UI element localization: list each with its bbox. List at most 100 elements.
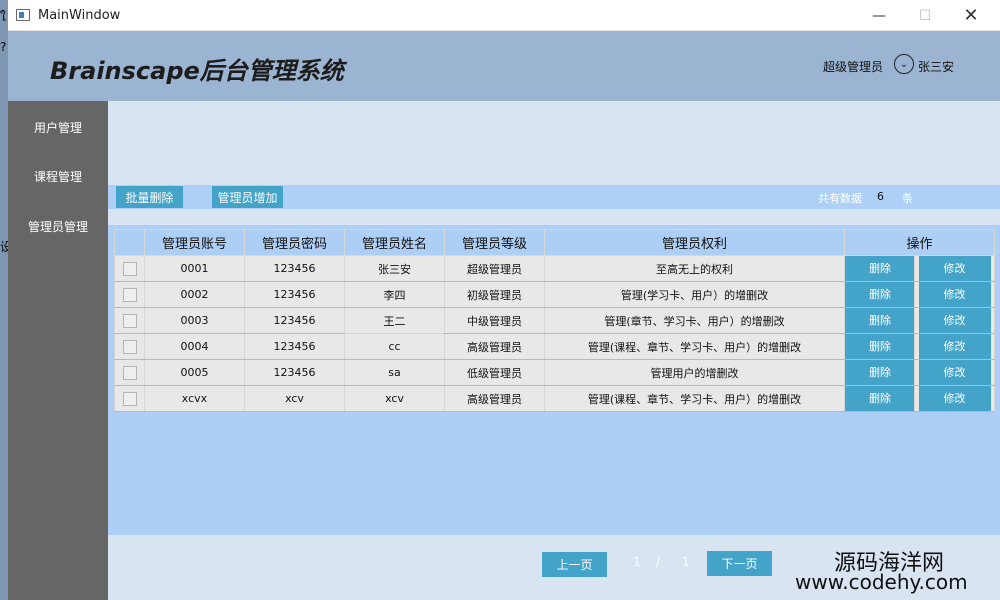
- next-page-button[interactable]: 下一页: [707, 551, 772, 576]
- row-checkbox-cell[interactable]: [114, 333, 145, 360]
- cell-rights: 管理(课程、章节、学习卡、用户）的增删改: [544, 333, 845, 360]
- cell-rights: 管理(章节、学习卡、用户）的增删改: [544, 307, 845, 334]
- table-row: 0003 123456 王二 中级管理员 管理(章节、学习卡、用户）的增删改 删…: [114, 307, 996, 334]
- cell-name: xcv: [344, 385, 445, 412]
- column-header-name: 管理员姓名: [344, 229, 445, 256]
- row-checkbox-cell[interactable]: [114, 359, 145, 386]
- edit-button[interactable]: 修改: [918, 308, 991, 333]
- cell-level: 中级管理员: [444, 307, 545, 334]
- sidebar-item-users[interactable]: 用户管理: [8, 119, 108, 136]
- cell-name: sa: [344, 359, 445, 386]
- main-window: MainWindow — ☐ ✕ Brainscape后台管理系统 超级管理员 …: [8, 0, 1000, 600]
- sidebar-item-admins[interactable]: 管理员管理: [8, 218, 108, 235]
- sidebar: 用户管理 课程管理 管理员管理: [8, 101, 108, 600]
- user-name[interactable]: 张三安: [918, 58, 954, 75]
- table-header-row: 管理员账号 管理员密码 管理员姓名 管理员等级 管理员权利 操作: [114, 229, 996, 256]
- cell-password: 123456: [244, 307, 345, 334]
- sidebar-item-courses[interactable]: 课程管理: [8, 168, 108, 185]
- current-page: 1: [633, 555, 641, 569]
- cell-delete: 删除: [844, 281, 915, 308]
- edit-button[interactable]: 修改: [918, 334, 991, 359]
- delete-button[interactable]: 删除: [845, 256, 914, 281]
- delete-button[interactable]: 删除: [845, 308, 914, 333]
- cell-edit: 修改: [913, 385, 996, 412]
- cell-name: 李四: [344, 281, 445, 308]
- admin-table: 管理员账号 管理员密码 管理员姓名 管理员等级 管理员权利 操作 0001 12…: [114, 229, 996, 412]
- column-header-select: [114, 229, 145, 256]
- cell-rights: 管理(课程、章节、学习卡、用户）的增删改: [544, 385, 845, 412]
- window-title: MainWindow: [38, 8, 121, 23]
- main-content: 批量删除 管理员增加 共有数据 6 条 管理员账号 管理员密码 管理员姓名 管理…: [108, 101, 1000, 600]
- title-bar: MainWindow — ☐ ✕: [8, 0, 1000, 31]
- app-header: Brainscape后台管理系统 超级管理员 ⌄ 张三安: [8, 31, 1000, 101]
- minimize-button[interactable]: —: [856, 0, 902, 31]
- user-role: 超级管理员: [823, 60, 884, 74]
- toolbar: 批量删除 管理员增加 共有数据 6 条: [108, 185, 1000, 209]
- chevron-down-icon[interactable]: ⌄: [894, 54, 914, 74]
- row-checkbox[interactable]: [122, 287, 137, 302]
- delete-button[interactable]: 删除: [845, 360, 914, 385]
- app-brand-title: Brainscape后台管理系统: [50, 57, 344, 85]
- column-header-password: 管理员密码: [244, 229, 345, 256]
- column-header-level: 管理员等级: [444, 229, 545, 256]
- cell-rights: 至高无上的权利: [544, 255, 845, 282]
- prev-page-button[interactable]: 上一页: [542, 552, 607, 577]
- page-separator: /: [656, 555, 661, 569]
- column-header-rights: 管理员权利: [544, 229, 845, 256]
- background-window-strip: ใ ? 设: [0, 0, 12, 600]
- cell-delete: 删除: [844, 255, 915, 282]
- edit-button[interactable]: 修改: [918, 386, 991, 411]
- cell-password: 123456: [244, 255, 345, 282]
- delete-button[interactable]: 删除: [845, 282, 914, 307]
- table-row: 0005 123456 sa 低级管理员 管理用户的增删改 删除 修改: [114, 359, 996, 386]
- row-checkbox[interactable]: [122, 313, 137, 328]
- admin-grid-area: 管理员账号 管理员密码 管理员姓名 管理员等级 管理员权利 操作 0001 12…: [108, 225, 1000, 535]
- cell-delete: 删除: [844, 307, 915, 334]
- table-row: 0001 123456 张三安 超级管理员 至高无上的权利 删除 修改: [114, 255, 996, 282]
- cell-edit: 修改: [913, 333, 996, 360]
- row-checkbox-cell[interactable]: [114, 385, 145, 412]
- cell-name: cc: [344, 333, 445, 360]
- edit-button[interactable]: 修改: [918, 282, 991, 307]
- row-checkbox-cell[interactable]: [114, 255, 145, 282]
- row-checkbox[interactable]: [122, 261, 137, 276]
- row-checkbox[interactable]: [122, 391, 137, 406]
- row-checkbox-cell[interactable]: [114, 281, 145, 308]
- cell-delete: 删除: [844, 333, 915, 360]
- row-checkbox[interactable]: [122, 365, 137, 380]
- cell-account: xcvx: [144, 385, 245, 412]
- cell-level: 高级管理员: [444, 333, 545, 360]
- edit-button[interactable]: 修改: [918, 360, 991, 385]
- cell-name-selected[interactable]: 王二: [344, 307, 445, 334]
- cell-delete: 删除: [844, 359, 915, 386]
- cell-level: 低级管理员: [444, 359, 545, 386]
- delete-button[interactable]: 删除: [845, 334, 914, 359]
- add-admin-button[interactable]: 管理员增加: [212, 186, 283, 208]
- total-pages: 1: [682, 555, 690, 569]
- cell-account: 0004: [144, 333, 245, 360]
- table-row: 0004 123456 cc 高级管理员 管理(课程、章节、学习卡、用户）的增删…: [114, 333, 996, 360]
- cell-edit: 修改: [913, 281, 996, 308]
- cell-level: 高级管理员: [444, 385, 545, 412]
- row-checkbox[interactable]: [122, 339, 137, 354]
- cell-password: 123456: [244, 333, 345, 360]
- cell-rights: 管理用户的增删改: [544, 359, 845, 386]
- cell-password: 123456: [244, 281, 345, 308]
- batch-delete-button[interactable]: 批量删除: [116, 186, 183, 208]
- close-button[interactable]: ✕: [948, 0, 994, 31]
- column-header-actions: 操作: [843, 229, 996, 256]
- cell-level: 初级管理员: [444, 281, 545, 308]
- row-checkbox-cell[interactable]: [114, 307, 145, 334]
- cell-name: 张三安: [344, 255, 445, 282]
- edit-button[interactable]: 修改: [918, 256, 991, 281]
- record-count-value: 6: [877, 190, 884, 203]
- delete-button[interactable]: 删除: [845, 386, 914, 411]
- cell-password: 123456: [244, 359, 345, 386]
- cell-level: 超级管理员: [444, 255, 545, 282]
- maximize-button[interactable]: ☐: [902, 0, 948, 31]
- watermark-url: www.codehy.com: [795, 570, 968, 594]
- cell-rights: 管理(学习卡、用户）的增删改: [544, 281, 845, 308]
- cell-account: 0001: [144, 255, 245, 282]
- cell-account: 0002: [144, 281, 245, 308]
- cell-edit: 修改: [913, 307, 996, 334]
